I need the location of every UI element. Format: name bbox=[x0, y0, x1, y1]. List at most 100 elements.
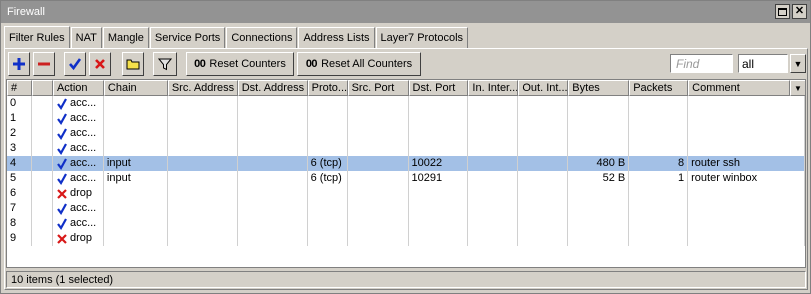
table-header: # Action Chain Src. Address Dst. Address… bbox=[7, 80, 805, 96]
rule-comment bbox=[688, 96, 805, 111]
column-header-src-port[interactable]: Src. Port bbox=[347, 80, 409, 96]
rule-bytes bbox=[568, 141, 630, 156]
reset-all-counters-button[interactable]: 00 Reset All Counters bbox=[297, 52, 421, 76]
rule-bytes: 52 B bbox=[568, 171, 630, 186]
rule-dst-address bbox=[238, 216, 308, 231]
rule-dst-port bbox=[409, 231, 469, 246]
table-row[interactable]: 6 drop bbox=[7, 186, 805, 201]
rule-src-port bbox=[348, 141, 409, 156]
table-row[interactable]: 0 acc... bbox=[7, 96, 805, 111]
rule-comment bbox=[688, 186, 805, 201]
close-button[interactable]: ✕ bbox=[792, 4, 807, 19]
remove-button[interactable] bbox=[33, 52, 55, 76]
accept-checkmark-icon bbox=[57, 217, 67, 230]
column-header-in-interface[interactable]: In. Inter... bbox=[468, 80, 519, 96]
table-row[interactable]: 9 drop bbox=[7, 231, 805, 246]
column-header-comment[interactable]: Comment bbox=[688, 80, 790, 96]
rule-flags bbox=[32, 156, 53, 171]
column-header-chain[interactable]: Chain bbox=[103, 80, 168, 96]
rule-dst-address bbox=[238, 111, 308, 126]
rule-packets bbox=[629, 231, 689, 246]
table-row[interactable]: 7 acc... bbox=[7, 201, 805, 216]
rule-bytes bbox=[568, 96, 630, 111]
checkmark-icon bbox=[69, 58, 82, 71]
rule-flags bbox=[32, 231, 53, 246]
status-bar: 10 items (1 selected) bbox=[6, 271, 806, 288]
table-row[interactable]: 4 acc... input 6 (tcp) 10022 480 B 8 router ssh bbox=[7, 156, 805, 171]
rule-src-address bbox=[168, 186, 238, 201]
rule-packets bbox=[629, 141, 689, 156]
rule-chain bbox=[104, 126, 168, 141]
disable-button[interactable] bbox=[89, 52, 111, 76]
rule-action-label: acc... bbox=[69, 172, 97, 184]
minus-icon bbox=[38, 62, 50, 66]
tab-address-lists[interactable]: Address Lists bbox=[298, 27, 375, 48]
rule-bytes bbox=[568, 111, 630, 126]
rule-dst-port bbox=[409, 126, 469, 141]
column-header-bytes[interactable]: Bytes bbox=[568, 80, 630, 96]
rule-number: 0 bbox=[7, 96, 32, 111]
filter-select-dropdown[interactable]: ▼ bbox=[790, 54, 806, 73]
column-header-src-address[interactable]: Src. Address bbox=[167, 80, 238, 96]
maximize-button[interactable] bbox=[775, 4, 790, 19]
rule-comment: router ssh bbox=[688, 156, 805, 171]
rule-chain bbox=[104, 216, 168, 231]
rule-action-label: acc... bbox=[69, 217, 97, 229]
rule-protocol bbox=[308, 126, 348, 141]
column-header-out-interface[interactable]: Out. Int... bbox=[518, 80, 569, 96]
rule-chain: input bbox=[104, 156, 168, 171]
dropdown-arrow-icon: ▼ bbox=[794, 83, 802, 93]
column-header-number[interactable]: # bbox=[7, 80, 32, 96]
tab-mangle[interactable]: Mangle bbox=[102, 27, 149, 48]
rule-in-interface bbox=[468, 156, 519, 171]
rule-src-port bbox=[348, 201, 409, 216]
rule-number: 5 bbox=[7, 171, 32, 186]
rule-action: acc... bbox=[53, 141, 104, 156]
rule-src-address bbox=[168, 96, 238, 111]
maximize-icon bbox=[778, 7, 787, 16]
rule-packets bbox=[629, 126, 689, 141]
rules-table: # Action Chain Src. Address Dst. Address… bbox=[6, 79, 806, 268]
rule-action: acc... bbox=[53, 201, 104, 216]
filter-select[interactable]: all bbox=[738, 54, 788, 73]
table-row[interactable]: 2 acc... bbox=[7, 126, 805, 141]
tab-nat[interactable]: NAT bbox=[70, 27, 102, 48]
title-bar[interactable]: Firewall ✕ bbox=[1, 1, 810, 23]
rule-out-interface bbox=[518, 186, 569, 201]
counter-icon: 00 bbox=[194, 58, 206, 70]
column-header-dst-port[interactable]: Dst. Port bbox=[408, 80, 469, 96]
add-button[interactable] bbox=[8, 52, 30, 76]
filter-button[interactable] bbox=[153, 52, 177, 76]
rule-chain bbox=[104, 141, 168, 156]
table-row[interactable]: 1 acc... bbox=[7, 111, 805, 126]
rule-chain bbox=[104, 201, 168, 216]
rule-flags bbox=[32, 216, 53, 231]
enable-button[interactable] bbox=[64, 52, 86, 76]
column-menu-button[interactable]: ▼ bbox=[790, 80, 805, 96]
rule-action-label: drop bbox=[69, 187, 92, 199]
column-header-flags[interactable] bbox=[31, 80, 53, 96]
reset-counters-button[interactable]: 00 Reset Counters bbox=[186, 52, 294, 76]
rule-dst-address bbox=[238, 96, 308, 111]
window-title: Firewall bbox=[7, 6, 45, 18]
firewall-window: Firewall ✕ Filter Rules NAT Mangle Servi… bbox=[0, 0, 811, 294]
tab-filter-rules[interactable]: Filter Rules bbox=[4, 26, 70, 48]
find-input[interactable]: Find bbox=[670, 54, 733, 73]
comment-button[interactable] bbox=[122, 52, 144, 76]
tab-service-ports[interactable]: Service Ports bbox=[149, 27, 226, 48]
tab-layer7-protocols[interactable]: Layer7 Protocols bbox=[375, 27, 469, 48]
table-row[interactable]: 5 acc... input 6 (tcp) 10291 52 B 1 router winb… bbox=[7, 171, 805, 186]
accept-checkmark-icon bbox=[57, 112, 67, 125]
column-header-dst-address[interactable]: Dst. Address bbox=[237, 80, 308, 96]
table-row[interactable]: 8 acc... bbox=[7, 216, 805, 231]
table-row[interactable]: 3 acc... bbox=[7, 141, 805, 156]
rule-dst-port bbox=[409, 186, 469, 201]
tab-connections[interactable]: Connections bbox=[226, 27, 298, 48]
column-header-action[interactable]: Action bbox=[52, 80, 104, 96]
column-header-packets[interactable]: Packets bbox=[629, 80, 689, 96]
rule-src-address bbox=[168, 216, 238, 231]
rule-out-interface bbox=[518, 96, 569, 111]
column-header-protocol[interactable]: Proto... bbox=[307, 80, 348, 96]
rule-packets: 8 bbox=[629, 156, 689, 171]
rule-out-interface bbox=[518, 231, 569, 246]
